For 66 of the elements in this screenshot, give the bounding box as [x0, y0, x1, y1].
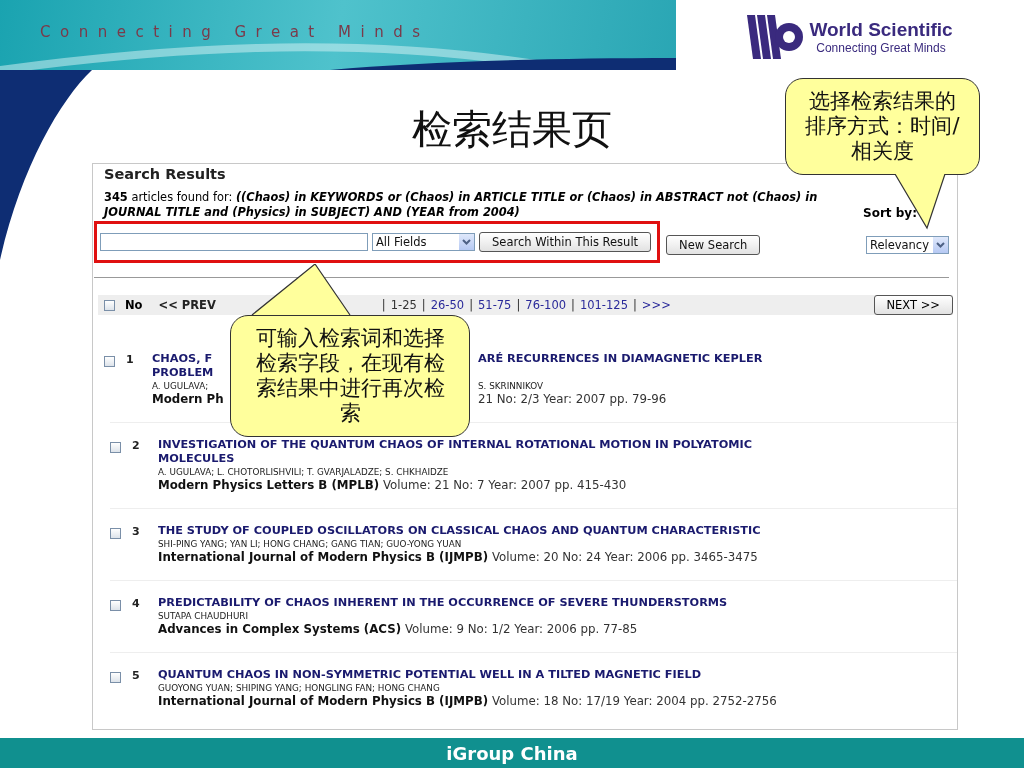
page-link[interactable]: 26-50	[430, 298, 465, 312]
author-list: GUOYONG YUAN; SHIPING YANG; HONGLING FAN; HONG CHANG	[158, 682, 440, 694]
author-list: SUTAPA CHAUDHURI	[158, 610, 249, 622]
sort-dropdown[interactable]: Relevancy	[865, 235, 949, 254]
result-number: 1	[126, 352, 134, 368]
journal-name: International Journal of Modern Physics B (IJMPB)	[158, 694, 489, 708]
journal-name: International Journal of Modern Physics B (IJMPB)	[158, 550, 489, 564]
article-title-link[interactable]: ARÉ RECURRENCES IN DIAMAGNETIC KEPLER	[478, 352, 763, 366]
separator: |	[633, 298, 637, 312]
footer-text: iGroup China	[446, 742, 578, 764]
checkbox[interactable]	[110, 528, 121, 539]
article-title-link[interactable]: PROBLEM	[152, 366, 214, 380]
publication-details: Volume: 21 No: 7 Year: 2007 pp. 415-430	[382, 478, 627, 492]
caret-icon	[936, 241, 945, 248]
result-number: 3	[132, 524, 140, 540]
logo-icon	[747, 13, 806, 61]
author-list: A. UGULAVA; L. CHOTORLISHVILI; T. GVARJALADZE; S. CHKHAIDZE	[158, 466, 449, 478]
checkbox[interactable]	[104, 299, 115, 311]
prev-link[interactable]: << PREV	[158, 298, 216, 312]
results-heading: Search Results	[104, 166, 227, 182]
journal-name: Modern Ph	[152, 392, 224, 407]
result-number: 4	[132, 596, 140, 612]
result-number: 5	[132, 668, 140, 684]
separator: |	[421, 298, 426, 312]
page-link[interactable]: 51-75	[478, 298, 512, 312]
page-link[interactable]: 101-125	[579, 298, 628, 312]
page-link[interactable]: 1-25	[390, 298, 417, 312]
search-within-button[interactable]: Search Within This Result	[479, 232, 652, 252]
checkbox[interactable]	[110, 442, 121, 453]
caret-icon	[462, 239, 471, 245]
article-title-link[interactable]: CHAOS, F	[152, 352, 213, 366]
page-link[interactable]: >>>	[641, 298, 671, 312]
article-title-link[interactable]: QUANTUM CHAOS IN NON-SYMMETRIC POTENTIAL WELL IN A TILTED MAGNETIC FIELD	[158, 668, 702, 682]
search-field[interactable]	[100, 233, 368, 251]
page-link[interactable]: 76-100	[525, 298, 567, 312]
publication-details: 21 No: 2/3 Year: 2007 pp. 79-96	[478, 392, 667, 407]
sort-label: Sort by:	[863, 206, 917, 220]
author-list: SHI-PING YANG; YAN LI; HONG CHANG; GANG TIAN; GUO-YONG YUAN	[158, 538, 462, 550]
field-dropdown[interactable]: All Fields	[372, 233, 475, 251]
article-title-link[interactable]: THE STUDY OF COUPLED OSCILLATORS ON CLASSICAL CHAOS AND QUANTUM CHARACTERISTIC	[158, 524, 761, 538]
separator: |	[516, 298, 521, 312]
journal-name: Advances in Complex Systems (ACS)	[158, 622, 402, 636]
result-number: 2	[132, 438, 140, 454]
slide-title: 检索结果页	[412, 105, 612, 154]
article-title-link[interactable]: INVESTIGATION OF THE QUANTUM CHAOS OF INTERNAL ROTATIONAL MOTION IN POLYATOMIC	[158, 438, 752, 452]
column-label: No	[125, 298, 143, 312]
query-summary: 345 articles found for: ((Chaos) in KEYWORDS or (Chaos) in ARTICLE TITLE or (Chaos) in ABSTRACT not (Chaos) in JOURNAL TITLE and (Physics) in SUBJECT) AND (YEAR from 2004)	[104, 190, 819, 220]
separator: |	[469, 298, 473, 312]
publication-details: Volume: 20 No: 24 Year: 2006 pp. 3465-3475	[491, 550, 758, 564]
article-title-link[interactable]: MOLECULES	[158, 452, 235, 466]
publication-details: Volume: 9 No: 1/2 Year: 2006 pp. 77-85	[404, 622, 638, 636]
article-title-link[interactable]: PREDICTABILITY OF CHAOS INHERENT IN THE OCCURRENCE OF SEVERE THUNDERSTORMS	[158, 596, 728, 610]
journal-name: Modern Physics Letters B (MPLB)	[158, 478, 380, 492]
banner-tagline: Connecting Great Minds	[40, 23, 430, 41]
next-button[interactable]: NEXT >>	[873, 295, 953, 315]
publication-details: Volume: 18 No: 17/19 Year: 2004 pp. 2752-2756	[491, 694, 777, 708]
checkbox[interactable]	[110, 672, 121, 683]
author-list: S. SKRINNIKOV	[478, 380, 544, 392]
new-search-button[interactable]: New Search	[666, 234, 761, 255]
author-list: A. UGULAVA;	[152, 380, 209, 392]
logo-name: World Scientific	[809, 19, 953, 41]
separator: |	[571, 298, 575, 312]
separator: |	[381, 298, 386, 312]
logo-tagline: Connecting Great Minds	[815, 41, 947, 55]
checkbox[interactable]	[110, 600, 121, 611]
checkbox[interactable]	[104, 356, 115, 367]
